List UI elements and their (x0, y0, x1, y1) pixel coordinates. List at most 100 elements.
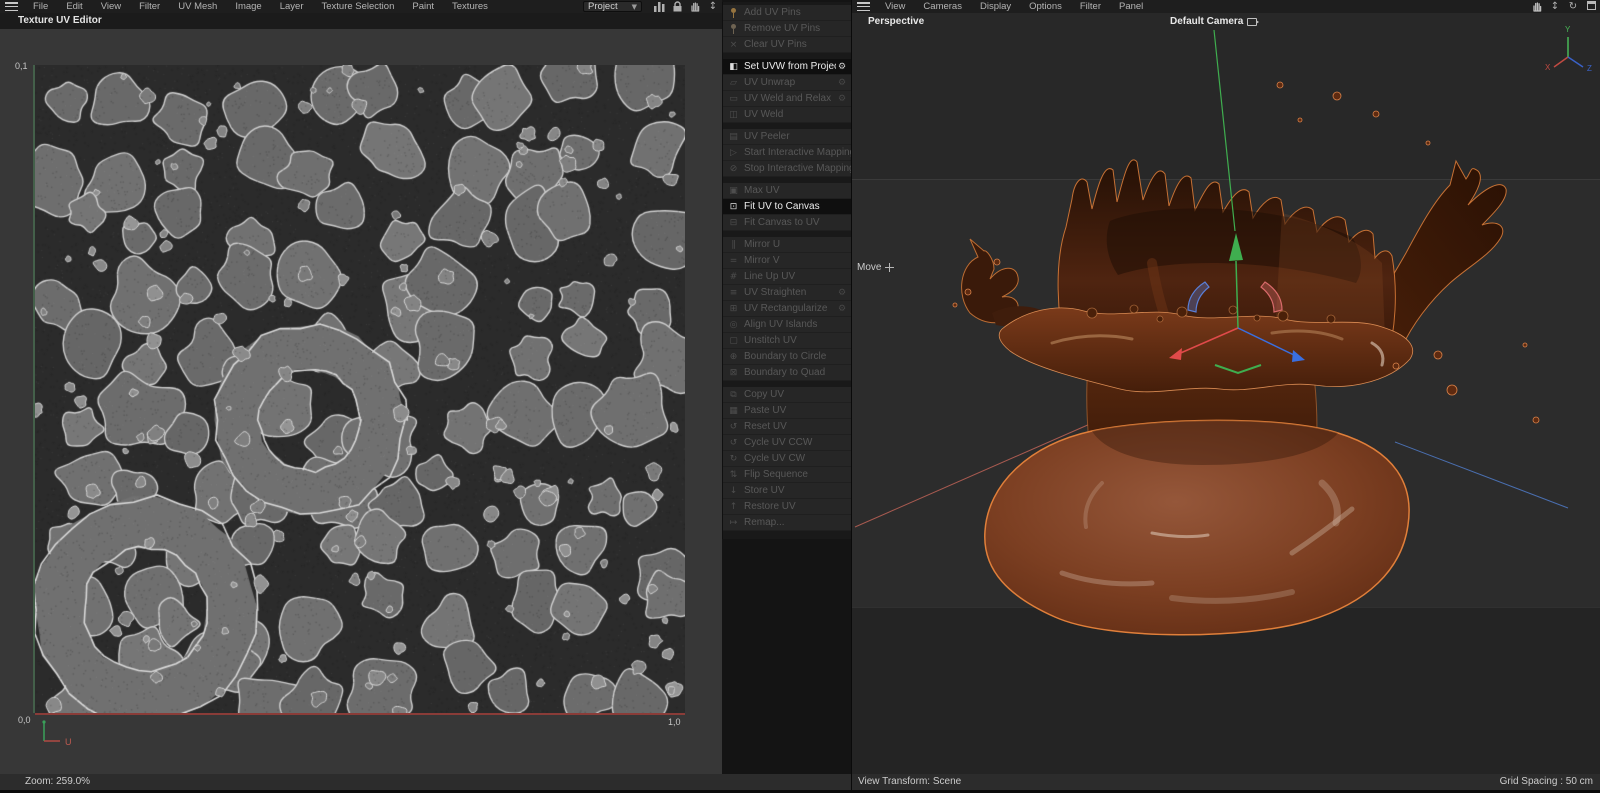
dolly-icon[interactable]: ↕ (706, 1, 720, 12)
cmd-uv-weld[interactable]: ◫UV Weld (723, 107, 851, 123)
cmd-cycle-uv-ccw[interactable]: ↺Cycle UV CCW (723, 435, 851, 451)
cmd-fit-uv-to-canvas[interactable]: ⊡Fit UV to Canvas (723, 199, 851, 215)
cmd-clear-uv-pins[interactable]: ×Clear UV Pins (723, 37, 851, 53)
grid-spacing-status: Grid Spacing : 50 cm (1500, 774, 1593, 790)
remap-icon: ↦ (727, 518, 740, 528)
chocolate-splash-object[interactable] (953, 82, 1539, 635)
uv-texture-canvas[interactable] (35, 65, 685, 713)
cmd-unstitch-uv[interactable]: ▢Unstitch UV (723, 333, 851, 349)
cmd-label: Store UV (744, 485, 851, 496)
camera-label[interactable]: Default Camera (1170, 16, 1257, 27)
cmd-copy-uv[interactable]: ⧉Copy UV (723, 387, 851, 403)
menu-uv-mesh[interactable]: UV Mesh (169, 0, 226, 13)
straighten-icon: ≡ (727, 288, 740, 298)
cmd-reset-uv[interactable]: ↺Reset UV (723, 419, 851, 435)
hand-icon[interactable] (688, 1, 702, 12)
cmd-cycle-uv-cw[interactable]: ↻Cycle UV CW (723, 451, 851, 467)
camera-switch-icon[interactable] (1247, 18, 1257, 26)
cmd-label: Remap... (744, 517, 851, 528)
mirror-v-icon: = (727, 256, 740, 266)
project-dropdown[interactable]: Project ▼ (583, 1, 642, 12)
cmd-uv-unwrap[interactable]: ▱UV Unwrap⚙ (723, 75, 851, 91)
menu-edit[interactable]: Edit (57, 0, 91, 13)
menu-textures[interactable]: Textures (443, 0, 497, 13)
zoom-status: Zoom: 259.0% (0, 774, 851, 790)
view-transform-status: View Transform: Scene (858, 774, 961, 790)
perspective-viewport[interactable]: Perspective Default Camera Move Y X Z (852, 13, 1600, 774)
cmd-restore-uv[interactable]: ↑Restore UV (723, 499, 851, 515)
cmd-remove-uv-pins[interactable]: Remove UV Pins (723, 21, 851, 37)
gear-icon[interactable]: ⚙ (836, 304, 848, 314)
cmd-flip-sequence[interactable]: ⇅Flip Sequence (723, 467, 851, 483)
pin-add-icon (731, 8, 736, 13)
cmd-paste-uv[interactable]: ▦ Paste UV (723, 403, 851, 419)
cmd-align-uv-islands[interactable]: ◎Align UV Islands (723, 317, 851, 333)
cmd-label: Mirror V (744, 255, 851, 266)
cmd-max-uv[interactable]: ▣Max UV (723, 183, 851, 199)
vp-menu-panel[interactable]: Panel (1110, 0, 1152, 13)
menu-texture-selection[interactable]: Texture Selection (312, 0, 403, 13)
menu-file[interactable]: File (24, 0, 57, 13)
menu-view[interactable]: View (92, 0, 130, 13)
cmd-mirror-v[interactable]: = Mirror V (723, 253, 851, 269)
chevron-down-icon: ▼ (632, 3, 637, 11)
orbit-icon[interactable]: ↻ (1566, 1, 1580, 12)
cmd-add-uv-pins[interactable]: Add UV Pins (723, 5, 851, 21)
cmd-label: Add UV Pins (744, 7, 851, 18)
gear-icon[interactable]: ⚙ (836, 78, 848, 88)
uv-u-axis-line (35, 713, 685, 715)
viewport-canvas[interactable] (852, 13, 1600, 774)
cmd-uv-straighten[interactable]: ≡UV Straighten⚙ (723, 285, 851, 301)
cmd-fit-canvas-to-uv[interactable]: ⊟Fit Canvas to UV (723, 215, 851, 231)
cmd-line-up-uv[interactable]: #Line Up UV (723, 269, 851, 285)
cmd-start-interactive-mapping[interactable]: ▷Start Interactive Mapping (723, 145, 851, 161)
cmd-label: Stop Interactive Mapping (744, 163, 851, 174)
dolly-icon[interactable]: ↕ (1548, 1, 1562, 12)
cmd-set-uvw-from-projection[interactable]: ◧Set UVW from Projection⚙ (723, 59, 851, 75)
cmd-boundary-to-quad[interactable]: ⊠Boundary to Quad (723, 365, 851, 381)
cmd-label: UV Weld and Relax (744, 93, 836, 104)
weld-icon: ◫ (727, 110, 740, 120)
vp-menu-options[interactable]: Options (1020, 0, 1071, 13)
gear-icon[interactable]: ⚙ (836, 62, 848, 72)
cmd-uv-weld-and-relax[interactable]: ▭UV Weld and Relax⚙ (723, 91, 851, 107)
play-icon: ▷ (727, 148, 740, 158)
cmd-remap[interactable]: ↦ Remap... (723, 515, 851, 531)
cmd-uv-peeler[interactable]: ▤UV Peeler (723, 129, 851, 145)
vp-menu-display[interactable]: Display (971, 0, 1020, 13)
cmd-label: Unstitch UV (744, 335, 851, 346)
menu-filter[interactable]: Filter (130, 0, 169, 13)
menu-layer[interactable]: Layer (271, 0, 313, 13)
vp-menu-view[interactable]: View (876, 0, 914, 13)
uv-editor-canvas-area[interactable]: 0,1 0,0 1,0 U (0, 29, 722, 774)
cmd-uv-rectangularize[interactable]: ⊞UV Rectangularize⚙ (723, 301, 851, 317)
lock-icon[interactable] (670, 1, 684, 12)
gear-icon[interactable]: ⚙ (836, 94, 848, 104)
gizmo-z-label: Z (1587, 64, 1592, 73)
maximize-icon[interactable] (1584, 1, 1598, 13)
hamburger-icon[interactable] (857, 2, 870, 11)
cmd-label: Paste UV (744, 405, 851, 416)
orientation-axis-gizmo[interactable]: Y X Z (1542, 21, 1594, 73)
cmd-label: Mirror U (744, 239, 851, 250)
hamburger-icon[interactable] (5, 2, 18, 11)
menu-paint[interactable]: Paint (403, 0, 443, 13)
projection-label[interactable]: Perspective (868, 16, 924, 27)
cmd-store-uv[interactable]: ↓Store UV (723, 483, 851, 499)
panel-divider (851, 0, 852, 793)
vp-menu-cameras[interactable]: Cameras (914, 0, 971, 13)
uv-corner-label-01: 0,1 (15, 61, 28, 71)
cmd-stop-interactive-mapping[interactable]: ⊘Stop Interactive Mapping (723, 161, 851, 177)
hand-icon[interactable] (1530, 1, 1544, 12)
cmd-label: Set UVW from Projection (744, 61, 836, 72)
vp-menu-filter[interactable]: Filter (1071, 0, 1110, 13)
paste-icon: ▦ (727, 406, 740, 416)
cmd-label: Clear UV Pins (744, 39, 851, 50)
cmd-label: Flip Sequence (744, 469, 851, 480)
cmd-boundary-to-circle[interactable]: ⊕Boundary to Circle (723, 349, 851, 365)
cmd-mirror-u[interactable]: ∥Mirror U (723, 237, 851, 253)
menu-image[interactable]: Image (226, 0, 270, 13)
gear-icon[interactable]: ⚙ (836, 288, 848, 298)
histogram-icon[interactable] (652, 2, 666, 12)
uv-v-axis-line (33, 65, 35, 713)
